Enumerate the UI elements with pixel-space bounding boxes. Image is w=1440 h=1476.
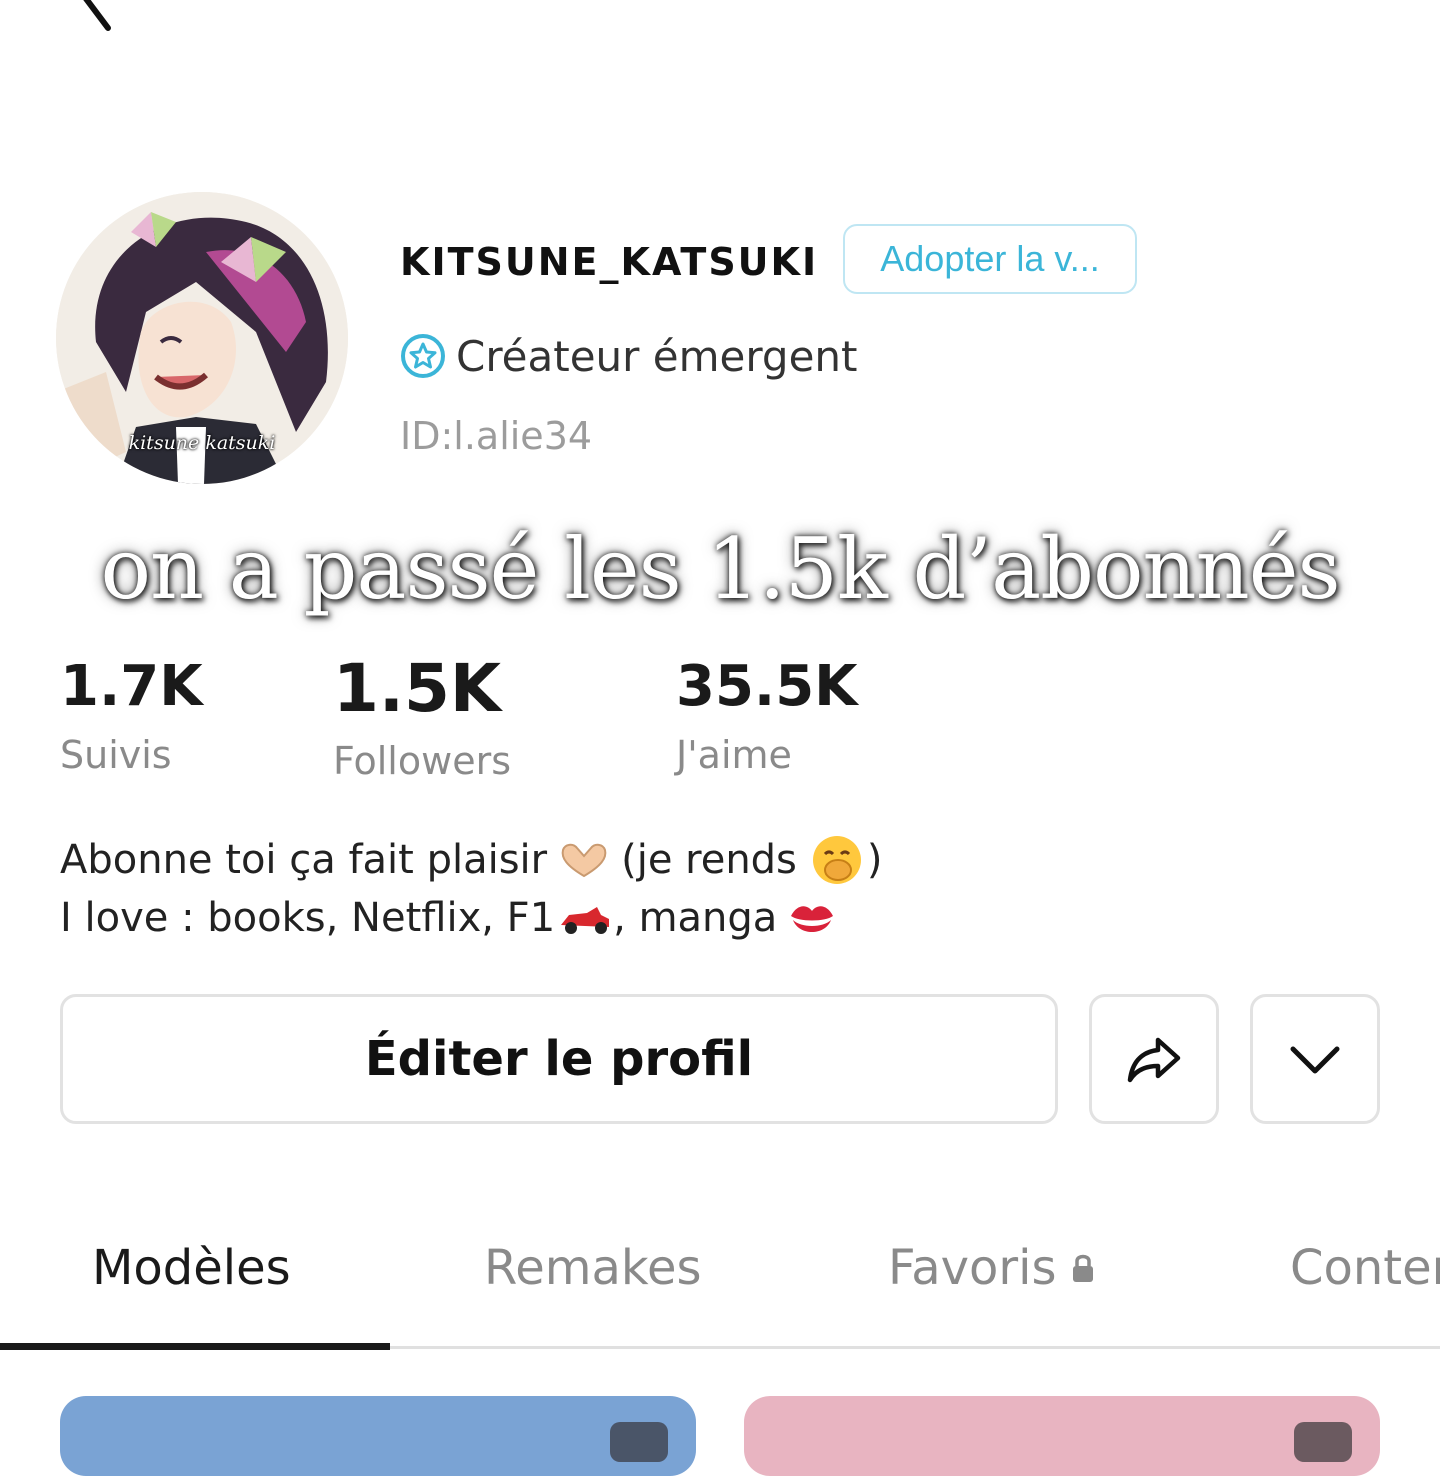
creator-label: Créateur émergent: [456, 331, 858, 381]
template-card-1[interactable]: [60, 1396, 696, 1476]
lock-icon: [1073, 1254, 1094, 1282]
card-badge-icon: [1294, 1422, 1352, 1462]
stat-followers[interactable]: 1.5K Followers: [333, 650, 511, 783]
bio-line-2-text: I love : books, Netflix, F1: [60, 895, 556, 941]
tab-favoris[interactable]: Favoris: [888, 1240, 1096, 1296]
tab-content[interactable]: Conter: [1290, 1240, 1440, 1296]
bio-line-2: I love : books, Netflix, F1 , manga: [60, 890, 847, 946]
share-arrow-icon: [1127, 1037, 1181, 1083]
stat-following[interactable]: 1.7K Suivis: [60, 654, 203, 777]
stat-likes-value: 35.5K: [676, 654, 858, 719]
tab-favoris-label: Favoris: [888, 1240, 1057, 1296]
kiss-mark-emoji-icon: [791, 906, 834, 932]
adopt-button[interactable]: Adopter la v...: [843, 224, 1137, 294]
stat-followers-label: Followers: [333, 739, 511, 783]
creator-status[interactable]: Créateur émergent: [400, 330, 858, 382]
stat-following-label: Suivis: [60, 733, 172, 777]
bio-line-2-text-2: , manga: [613, 895, 778, 941]
tab-remakes[interactable]: Remakes: [484, 1240, 702, 1296]
active-tab-indicator: [0, 1343, 390, 1350]
card-badge-icon: [610, 1422, 668, 1462]
back-arrow-icon[interactable]: [60, 0, 120, 40]
edit-profile-button[interactable]: Éditer le profil: [60, 994, 1058, 1124]
overlay-caption: on a passé les 1.5k d’abonnés: [100, 520, 1340, 618]
stat-followers-value: 1.5K: [333, 650, 502, 727]
edit-profile-label: Éditer le profil: [364, 1031, 754, 1087]
star-badge-icon: [401, 334, 445, 378]
bio-line-1-text: Abonne toi ça fait plaisir: [60, 837, 548, 883]
tab-modeles[interactable]: Modèles: [92, 1240, 291, 1296]
avatar[interactable]: kitsune katsuki: [56, 192, 348, 484]
more-options-button[interactable]: [1250, 994, 1380, 1124]
avatar-caption: kitsune katsuki: [128, 432, 276, 454]
race-car-emoji-icon: [561, 907, 610, 934]
user-id: ID:l.alie34: [400, 414, 593, 458]
stat-following-value: 1.7K: [60, 654, 203, 719]
face-with-hand-emoji-icon: [812, 836, 861, 884]
username: KITSUNE_KATSUKI: [400, 240, 819, 284]
stat-likes[interactable]: 35.5K J'aime: [676, 654, 858, 777]
bio-line-1-text-2: (je rends: [621, 837, 797, 883]
template-card-2[interactable]: [744, 1396, 1380, 1476]
share-button[interactable]: [1089, 994, 1219, 1124]
stat-likes-label: J'aime: [676, 733, 792, 777]
chevron-down-icon: [1290, 1046, 1340, 1074]
heart-hands-emoji-icon: [561, 843, 607, 878]
bio-line-1: Abonne toi ça fait plaisir (je rends ): [60, 832, 883, 888]
bio-line-1-text-3: ): [866, 837, 883, 883]
